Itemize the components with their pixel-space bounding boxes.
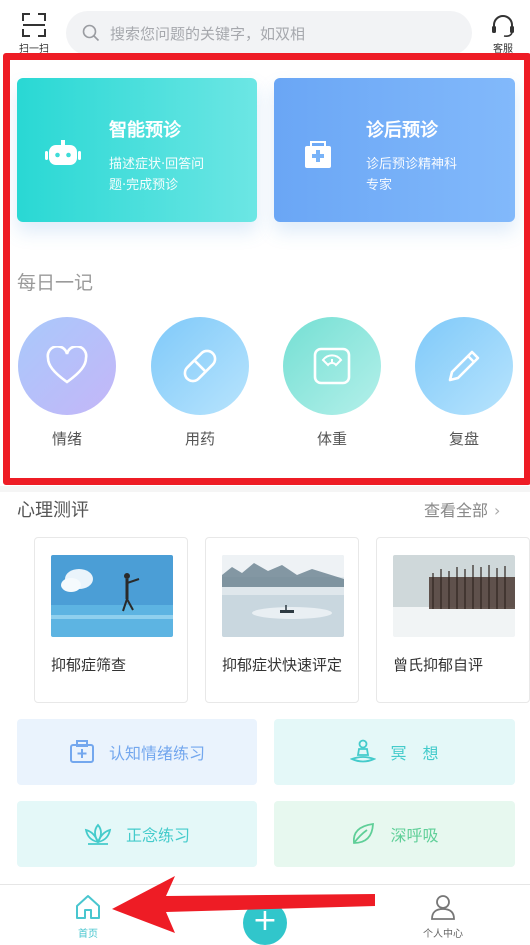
first-aid-kit-icon bbox=[69, 740, 95, 764]
add-button[interactable]: + bbox=[243, 901, 287, 945]
pill-icon bbox=[183, 349, 217, 383]
test-card-quick-assessment[interactable]: 抑郁症状快速评定 bbox=[205, 537, 359, 703]
customer-service-button[interactable]: 客服 bbox=[486, 14, 520, 55]
lotus-icon bbox=[84, 822, 112, 846]
nav-home-label: 首页 bbox=[78, 929, 98, 940]
card-description: 诊后预诊精神科专家 bbox=[366, 157, 458, 193]
daily-item-medication[interactable]: 用药 bbox=[150, 317, 250, 449]
view-all-label: 查看全部 bbox=[424, 501, 489, 520]
pencil-icon bbox=[448, 350, 480, 382]
mindfulness-practice-button[interactable]: 正念练习 bbox=[17, 801, 257, 867]
card-title: 智能预诊 bbox=[109, 120, 181, 141]
practice-label: 认知情绪练习 bbox=[108, 744, 205, 763]
search-input[interactable]: 搜索您问题的关键字，如双相 bbox=[110, 23, 305, 44]
nav-profile[interactable]: 个人中心 bbox=[418, 893, 468, 940]
test-image bbox=[222, 555, 344, 637]
search-icon bbox=[82, 24, 100, 42]
practice-label: 深呼吸 bbox=[390, 826, 439, 845]
top-bar: 扫一扫 搜索您问题的关键字，如双相 客服 bbox=[0, 0, 530, 62]
weight-circle bbox=[283, 317, 381, 415]
home-icon bbox=[76, 895, 100, 919]
chevron-right-icon: › bbox=[494, 501, 501, 520]
smart-prediagnosis-card[interactable]: 智能预诊 描述症状·回答问题·完成预诊 bbox=[17, 78, 257, 222]
test-card-zung-self-rating[interactable]: 曾氏抑郁自评 bbox=[376, 537, 530, 703]
post-diagnosis-card[interactable]: 诊后预诊 诊后预诊精神科专家 bbox=[274, 78, 515, 222]
practice-label: 正念练习 bbox=[125, 826, 190, 845]
nav-home[interactable]: 首页 bbox=[70, 893, 106, 940]
daily-item-label: 情绪 bbox=[51, 430, 82, 448]
daily-item-label: 复盘 bbox=[448, 430, 479, 448]
leaf-icon bbox=[350, 821, 376, 847]
practice-label: 冥 想 bbox=[390, 744, 439, 763]
scan-label: 扫一扫 bbox=[19, 44, 49, 55]
robot-icon bbox=[45, 140, 81, 165]
test-title: 抑郁症筛查 bbox=[51, 656, 127, 674]
scan-icon bbox=[22, 13, 46, 37]
scan-button[interactable]: 扫一扫 bbox=[14, 12, 54, 55]
section-divider bbox=[0, 486, 530, 492]
card-title: 诊后预诊 bbox=[366, 120, 438, 141]
heart-icon bbox=[46, 346, 88, 384]
medical-kit-icon bbox=[305, 141, 331, 168]
card-description: 描述症状·回答问题·完成预诊 bbox=[109, 157, 205, 193]
test-image bbox=[51, 555, 173, 637]
user-icon bbox=[431, 895, 455, 920]
medication-circle bbox=[151, 317, 249, 415]
test-image bbox=[393, 555, 515, 637]
scale-icon bbox=[313, 347, 351, 385]
daily-item-review[interactable]: 复盘 bbox=[414, 317, 514, 449]
daily-item-label: 体重 bbox=[316, 430, 347, 448]
service-label: 客服 bbox=[493, 44, 513, 55]
daily-item-label: 用药 bbox=[184, 430, 215, 448]
bottom-nav: 首页 + 个人中心 bbox=[0, 884, 530, 945]
daily-item-mood[interactable]: 情绪 bbox=[17, 317, 117, 449]
psych-section-title: 心理测评 bbox=[17, 500, 89, 521]
daily-section-title: 每日一记 bbox=[17, 272, 94, 294]
meditation-icon bbox=[350, 739, 377, 765]
deep-breathing-button[interactable]: 深呼吸 bbox=[274, 801, 515, 867]
test-title: 曾氏抑郁自评 bbox=[393, 656, 484, 674]
daily-item-weight[interactable]: 体重 bbox=[282, 317, 382, 449]
search-bar[interactable]: 搜索您问题的关键字，如双相 bbox=[66, 11, 472, 55]
mood-circle bbox=[18, 317, 116, 415]
nav-profile-label: 个人中心 bbox=[423, 929, 463, 940]
cognitive-emotion-practice-button[interactable]: 认知情绪练习 bbox=[17, 719, 257, 785]
meditation-button[interactable]: 冥 想 bbox=[274, 719, 515, 785]
review-circle bbox=[415, 317, 513, 415]
headset-icon bbox=[492, 15, 514, 37]
test-card-depression-screening[interactable]: 抑郁症筛查 bbox=[34, 537, 188, 703]
view-all-link[interactable]: 查看全部 › bbox=[424, 497, 500, 521]
test-title: 抑郁症状快速评定 bbox=[222, 656, 343, 674]
